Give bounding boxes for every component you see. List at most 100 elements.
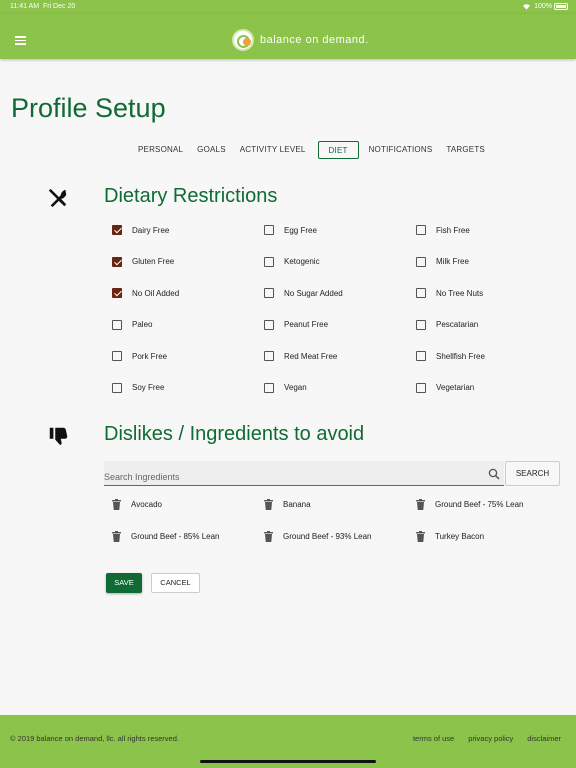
- menu-icon[interactable]: [15, 36, 26, 45]
- tab-notifications[interactable]: NOTIFICATIONS: [363, 141, 439, 159]
- checkbox[interactable]: [264, 225, 274, 235]
- tab-personal[interactable]: PERSONAL: [132, 141, 189, 159]
- trash-icon[interactable]: [416, 530, 425, 542]
- ingredient-name: Banana: [283, 500, 311, 509]
- status-time-text: 11:41 AM: [10, 3, 40, 10]
- utensils-icon: [48, 188, 67, 208]
- privacy-policy-link[interactable]: privacy policy: [468, 734, 513, 743]
- save-button[interactable]: SAVE: [106, 573, 142, 593]
- dislikes-title: Dislikes / Ingredients to avoid: [104, 423, 365, 445]
- disliked-ingredient: Turkey Bacon: [416, 530, 485, 542]
- cancel-button[interactable]: CANCEL: [151, 573, 200, 593]
- diet-option-vegan[interactable]: Vegan: [264, 382, 307, 393]
- checkbox[interactable]: [112, 351, 122, 361]
- diet-option-milk-free[interactable]: Milk Free: [416, 256, 469, 267]
- checkbox-label: No Sugar Added: [284, 288, 343, 298]
- search-icon[interactable]: [488, 468, 500, 480]
- disclaimer-link[interactable]: disclaimer: [527, 734, 561, 743]
- checkbox[interactable]: [112, 382, 122, 393]
- checkbox-label: Soy Free: [132, 383, 165, 392]
- brand-logo[interactable]: balance on demand.: [232, 29, 369, 51]
- diet-option-red-meat-free[interactable]: Red Meat Free: [264, 351, 337, 361]
- checkbox[interactable]: [112, 319, 122, 330]
- checkbox[interactable]: [264, 382, 274, 393]
- diet-option-ketogenic[interactable]: Ketogenic: [264, 256, 320, 267]
- trash-icon[interactable]: [264, 499, 273, 510]
- checkbox[interactable]: [112, 256, 122, 267]
- checkbox[interactable]: [264, 319, 274, 330]
- diet-option-soy-free[interactable]: Soy Free: [112, 382, 165, 393]
- checkbox[interactable]: [264, 256, 274, 267]
- checkbox-label: Ketogenic: [284, 257, 320, 266]
- copyright: © 2019 balance on demand, llc. all right…: [10, 734, 179, 743]
- app-header: balance on demand.: [0, 14, 576, 59]
- footer-links: terms of use privacy policy disclaimer: [413, 734, 561, 743]
- checkbox[interactable]: [416, 225, 426, 235]
- status-bar: 11:41 AM Fri Dec 20 100%: [0, 0, 576, 14]
- diet-option-pork-free[interactable]: Pork Free: [112, 351, 167, 361]
- trash-icon[interactable]: [416, 499, 425, 510]
- diet-option-fish-free[interactable]: Fish Free: [416, 225, 470, 235]
- profile-tabs: PERSONAL GOALS ACTIVITY LEVEL DIET NOTIF…: [132, 141, 493, 159]
- status-date: Fri Dec 20: [42, 3, 76, 10]
- disliked-ingredient: Ground Beef - 93% Lean: [264, 530, 372, 542]
- checkbox[interactable]: [264, 351, 274, 361]
- battery-icon: [554, 3, 568, 10]
- tab-activity-level[interactable]: ACTIVITY LEVEL: [234, 141, 312, 159]
- checkbox-label: Milk Free: [436, 257, 469, 266]
- status-indicators: 100%: [522, 3, 552, 10]
- checkbox-label: Gluten Free: [132, 257, 175, 266]
- diet-option-shellfish-free[interactable]: Shellfish Free: [416, 351, 485, 361]
- ingredient-name: Turkey Bacon: [435, 531, 485, 541]
- diet-option-gluten-free[interactable]: Gluten Free: [112, 256, 175, 267]
- tab-targets[interactable]: TARGETS: [440, 141, 491, 159]
- checkbox[interactable]: [416, 256, 426, 267]
- disliked-ingredient: Ground Beef - 85% Lean: [112, 530, 220, 542]
- tab-goals[interactable]: GOALS: [191, 141, 232, 159]
- thumbs-down-icon: [49, 427, 68, 445]
- brand-name: balance on demand.: [260, 34, 369, 46]
- checkbox-label: Fish Free: [436, 225, 470, 235]
- diet-option-no-oil-added[interactable]: No Oil Added: [112, 288, 179, 298]
- page-title: Profile Setup: [11, 93, 166, 123]
- checkbox[interactable]: [264, 288, 274, 298]
- ingredient-name: Ground Beef - 93% Lean: [283, 531, 372, 541]
- disliked-ingredient: Ground Beef - 75% Lean: [416, 499, 524, 510]
- checkbox[interactable]: [416, 319, 426, 330]
- trash-icon[interactable]: [264, 530, 273, 542]
- diet-option-vegetarian[interactable]: Vegetarian: [416, 382, 475, 393]
- ingredient-search-input[interactable]: [104, 461, 484, 485]
- terms-of-use-link[interactable]: terms of use: [413, 734, 454, 743]
- search-button[interactable]: SEARCH: [505, 461, 560, 486]
- checkbox-label: Pescatarian: [436, 320, 479, 329]
- diet-option-pescatarian[interactable]: Pescatarian: [416, 319, 479, 330]
- checkbox[interactable]: [112, 288, 122, 298]
- diet-option-paleo[interactable]: Paleo: [112, 319, 152, 330]
- checkbox-label: Dairy Free: [132, 225, 170, 235]
- checkbox[interactable]: [416, 382, 426, 393]
- checkbox[interactable]: [112, 225, 122, 235]
- battery-percent: 100%: [534, 3, 552, 10]
- checkbox-label: Pork Free: [132, 351, 168, 361]
- checkbox-label: Vegetarian: [436, 383, 475, 392]
- checkbox-label: No Oil Added: [132, 288, 180, 298]
- disliked-ingredient: Banana: [264, 499, 311, 510]
- ingredient-name: Avocado: [131, 500, 162, 509]
- diet-option-egg-free[interactable]: Egg Free: [264, 225, 317, 235]
- checkbox[interactable]: [416, 288, 426, 298]
- wifi-icon: [523, 4, 531, 10]
- checkbox[interactable]: [416, 351, 426, 361]
- diet-option-no-sugar-added[interactable]: No Sugar Added: [264, 288, 343, 298]
- diet-option-peanut-free[interactable]: Peanut Free: [264, 319, 328, 330]
- checkbox-label: No Tree Nuts: [436, 288, 484, 298]
- diet-option-dairy-free[interactable]: Dairy Free: [112, 225, 169, 235]
- checkbox-label: Egg Free: [284, 225, 317, 235]
- ingredient-name: Ground Beef - 85% Lean: [131, 531, 220, 541]
- disliked-ingredient: Avocado: [112, 499, 162, 510]
- trash-icon[interactable]: [112, 530, 121, 542]
- tab-diet[interactable]: DIET: [317, 141, 359, 159]
- diet-option-no-tree-nuts[interactable]: No Tree Nuts: [416, 288, 483, 298]
- dietary-restrictions-title: Dietary Restrictions: [104, 185, 278, 207]
- trash-icon[interactable]: [112, 499, 121, 510]
- status-time: 11:41 AM Fri Dec 20: [10, 3, 75, 10]
